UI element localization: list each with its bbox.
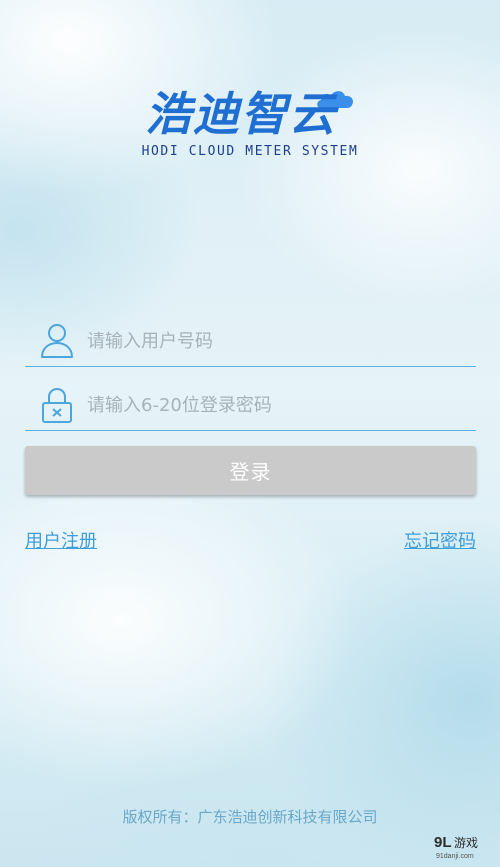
copyright-text: 版权所有：广东浩迪创新科技有限公司 [122, 808, 378, 826]
app-logo: 浩迪智云 HODI CLOUD METER SYSTEM [0, 88, 500, 159]
logo-subtitle: HODI CLOUD METER SYSTEM [141, 144, 359, 159]
svg-text:91danji.com: 91danji.com [436, 853, 474, 860]
register-link[interactable]: 用户注册 [25, 527, 97, 553]
password-field [25, 380, 476, 431]
user-icon [41, 324, 73, 358]
svg-text:9L: 9L [434, 834, 452, 851]
watermark-logo: 9L 游戏 91danji.com [434, 834, 478, 860]
password-input[interactable] [87, 388, 467, 422]
login-button[interactable]: 登录 [25, 446, 476, 495]
username-field [25, 316, 476, 367]
svg-text:游戏: 游戏 [454, 836, 478, 850]
forgot-password-link[interactable]: 忘记密码 [404, 527, 476, 553]
lock-icon [42, 387, 72, 423]
logo-title: 浩迪智云 [145, 87, 337, 141]
username-input[interactable] [87, 324, 467, 358]
